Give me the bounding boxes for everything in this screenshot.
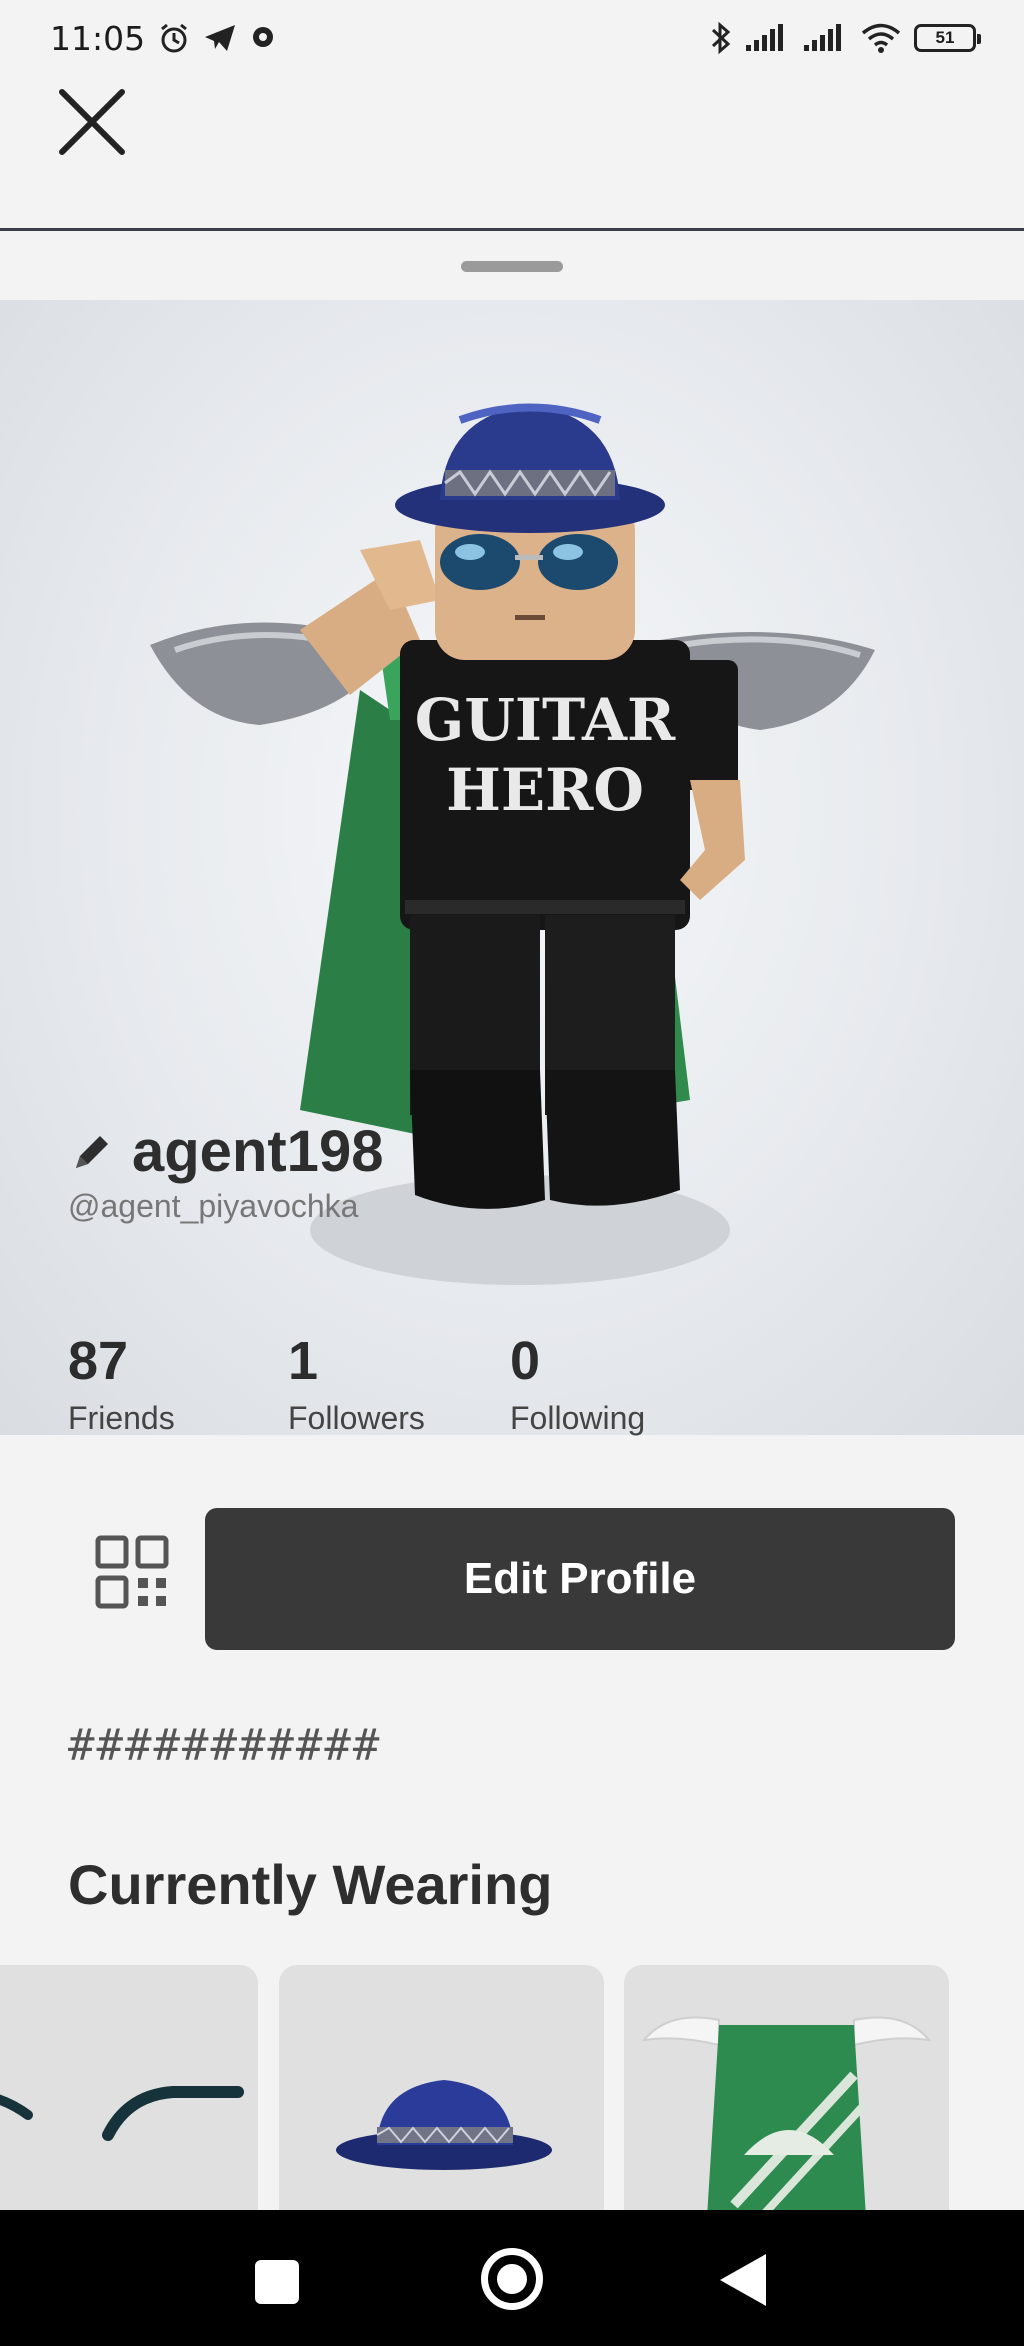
profile-bio: ########### [68, 1720, 382, 1771]
sheet-drag-handle[interactable] [461, 261, 563, 272]
edit-profile-button[interactable]: Edit Profile [205, 1508, 955, 1650]
profile-screen: 11:05 51 GUITAR HERO agent198 @agent_piy… [0, 0, 1024, 2346]
wearing-item-eyebrows[interactable] [0, 1965, 258, 2210]
system-nav-bar [0, 2210, 1024, 2346]
qr-code-icon[interactable] [94, 1534, 170, 1610]
back-button[interactable] [720, 2254, 766, 2306]
notification-icon [253, 27, 274, 47]
wearing-item-cape[interactable] [624, 1965, 949, 2210]
username-handle: @agent_piyavochka [68, 1188, 359, 1224]
alarm-icon [161, 23, 188, 53]
status-right: 51 [710, 20, 981, 56]
battery-icon: 51 [914, 24, 981, 52]
fedora-hat-thumbnail [336, 2080, 552, 2170]
bluetooth-icon [711, 21, 731, 55]
shirt-text-line1: GUITAR [415, 686, 676, 754]
cape-thumbnail [641, 2016, 932, 2210]
eyebrows-thumbnail [0, 2086, 244, 2141]
stat-label: Friends [68, 1400, 175, 1436]
top-bar [0, 76, 1024, 231]
pencil-icon[interactable] [68, 1128, 116, 1176]
stat-value: 0 [510, 1331, 541, 1391]
shirt-text-line2: HERO [446, 756, 644, 824]
telegram-icon [205, 25, 236, 51]
stat-followers[interactable]: 1 Followers [288, 1332, 510, 1437]
home-button[interactable] [481, 2248, 543, 2310]
stat-value: 87 [68, 1331, 129, 1391]
stat-label: Following [510, 1400, 646, 1436]
signal-icon-2 [804, 24, 841, 51]
status-time: 11:05 [50, 18, 146, 58]
wifi-icon [861, 23, 901, 53]
wearing-item-hat[interactable] [279, 1965, 604, 2210]
avatar-hero: GUITAR HERO [0, 300, 1024, 1435]
signal-icon [746, 24, 783, 51]
recents-button[interactable] [255, 2260, 299, 2304]
display-name-row[interactable]: agent198 [68, 1118, 383, 1185]
status-bar: 11:05 51 [0, 0, 1024, 76]
profile-stats: 87 Friends 1 Followers 0 Following [68, 1332, 730, 1437]
currently-wearing-title: Currently Wearing [68, 1853, 553, 1916]
currently-wearing-list [0, 1965, 1024, 2210]
close-icon[interactable] [56, 86, 128, 158]
status-left: 11:05 [50, 19, 279, 58]
avatar-image: GUITAR HERO [150, 403, 875, 1285]
stat-label: Followers [288, 1400, 425, 1436]
stat-friends[interactable]: 87 Friends [68, 1332, 288, 1437]
stat-value: 1 [288, 1331, 319, 1391]
display-name: agent198 [132, 1119, 384, 1184]
stat-following[interactable]: 0 Following [510, 1332, 730, 1437]
